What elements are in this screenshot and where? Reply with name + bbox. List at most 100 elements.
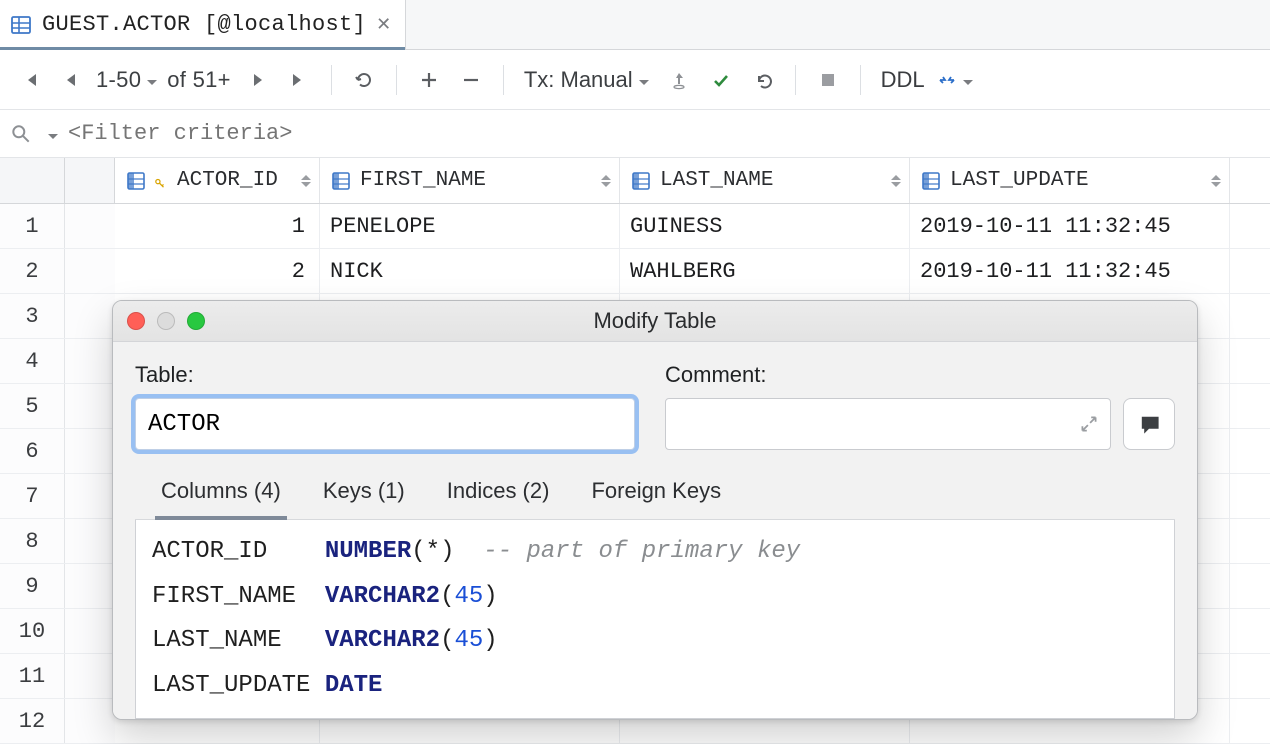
undo-icon — [753, 70, 773, 90]
column-icon — [125, 170, 147, 192]
first-icon — [18, 70, 38, 90]
cell-last-name[interactable]: WAHLBERG — [620, 249, 910, 293]
row-gutter — [65, 204, 115, 248]
row-number: 8 — [0, 519, 65, 563]
filter-bar — [0, 110, 1270, 158]
minus-icon — [461, 70, 481, 90]
row-number: 12 — [0, 699, 65, 743]
row-number: 1 — [0, 204, 65, 248]
tab-keys[interactable]: Keys (1) — [317, 472, 411, 519]
reload-button[interactable] — [346, 62, 382, 98]
row-number: 6 — [0, 429, 65, 473]
filter-dropdown-toggle[interactable] — [42, 121, 58, 147]
grid-header: ACTOR_ID FIRST_NAME LAST_NAME LAST_UPDAT… — [0, 158, 1270, 204]
column-header-label: LAST_UPDATE — [950, 169, 1089, 192]
delete-row-button[interactable] — [453, 62, 489, 98]
column-icon — [630, 170, 652, 192]
result-toolbar: 1-50 of 51+ Tx: Manual DDL — [0, 50, 1270, 110]
column-header-label: FIRST_NAME — [360, 169, 486, 192]
toolbar-separator — [795, 65, 796, 95]
page-range-dropdown[interactable]: 1-50 — [94, 67, 159, 93]
row-gutter — [65, 699, 115, 743]
grid-corner2 — [65, 158, 115, 203]
column-header-first-name[interactable]: FIRST_NAME — [320, 158, 620, 203]
column-icon — [920, 170, 942, 192]
table-icon — [10, 14, 32, 36]
column-header-label: ACTOR_ID — [177, 169, 278, 192]
page-total-label: of 51+ — [165, 67, 233, 93]
sort-icon[interactable] — [599, 170, 613, 192]
expand-icon[interactable] — [1078, 413, 1100, 435]
toolbar-separator — [860, 65, 861, 95]
table-name-input[interactable] — [135, 398, 635, 450]
settings-dropdown[interactable] — [937, 62, 973, 98]
window-close-button[interactable] — [127, 312, 145, 330]
prev-icon — [60, 70, 80, 90]
toolbar-separator — [396, 65, 397, 95]
close-icon[interactable]: ✕ — [376, 14, 391, 35]
commit-button[interactable] — [703, 62, 739, 98]
last-page-button[interactable] — [281, 62, 317, 98]
table-row[interactable]: 11PENELOPEGUINESS2019-10-11 11:32:45 — [0, 204, 1270, 249]
ddl-button[interactable]: DDL — [875, 67, 931, 93]
submit-db-button[interactable] — [661, 62, 697, 98]
sort-icon[interactable] — [299, 170, 313, 192]
row-gutter — [65, 429, 115, 473]
rollback-button[interactable] — [745, 62, 781, 98]
sort-icon[interactable] — [1209, 170, 1223, 192]
last-icon — [289, 70, 309, 90]
cell-first-name[interactable]: PENELOPE — [320, 204, 620, 248]
structure-tabs: Columns (4) Keys (1) Indices (2) Foreign… — [135, 466, 1175, 520]
tx-mode-dropdown[interactable]: Tx: Manual — [518, 67, 655, 93]
column-icon — [330, 170, 352, 192]
speech-bubble-icon — [1137, 412, 1161, 436]
column-header-actor-id[interactable]: ACTOR_ID — [115, 158, 320, 203]
column-def-row[interactable]: ACTOR_ID NUMBER(*) -- part of primary ke… — [152, 530, 1158, 574]
add-row-button[interactable] — [411, 62, 447, 98]
reload-icon — [354, 70, 374, 90]
dialog-titlebar[interactable]: Modify Table — [113, 301, 1197, 342]
editor-tabstrip: GUEST.ACTOR [@localhost] ✕ — [0, 0, 1270, 50]
comment-input[interactable] — [665, 398, 1111, 450]
row-gutter — [65, 519, 115, 563]
next-page-button[interactable] — [239, 62, 275, 98]
column-def-row[interactable]: LAST_NAME VARCHAR2(45) — [152, 619, 1158, 663]
cancel-query-button[interactable] — [810, 62, 846, 98]
cell-actor-id[interactable]: 1 — [115, 204, 320, 248]
row-number: 9 — [0, 564, 65, 608]
sort-icon[interactable] — [889, 170, 903, 192]
cell-actor-id[interactable]: 2 — [115, 249, 320, 293]
toolbar-separator — [503, 65, 504, 95]
table-row[interactable]: 22NICKWAHLBERG2019-10-11 11:32:45 — [0, 249, 1270, 294]
row-number: 10 — [0, 609, 65, 653]
tab-indices[interactable]: Indices (2) — [441, 472, 556, 519]
column-def-row[interactable]: FIRST_NAME VARCHAR2(45) — [152, 575, 1158, 619]
column-def-row[interactable]: LAST_UPDATE DATE — [152, 664, 1158, 708]
column-header-last-update[interactable]: LAST_UPDATE — [910, 158, 1230, 203]
modify-table-dialog: Modify Table Table: Comment: — [112, 300, 1198, 720]
comment-editor-button[interactable] — [1123, 398, 1175, 450]
cell-last-update[interactable]: 2019-10-11 11:32:45 — [910, 249, 1230, 293]
row-gutter — [65, 294, 115, 338]
editor-tab[interactable]: GUEST.ACTOR [@localhost] ✕ — [0, 0, 406, 49]
prev-page-button[interactable] — [52, 62, 88, 98]
comment-label: Comment: — [665, 362, 1175, 388]
column-definitions[interactable]: ACTOR_ID NUMBER(*) -- part of primary ke… — [135, 520, 1175, 719]
chevron-down-icon — [957, 67, 973, 93]
db-upload-icon — [669, 70, 689, 90]
cell-last-name[interactable]: GUINESS — [620, 204, 910, 248]
tab-columns[interactable]: Columns (4) — [155, 472, 287, 520]
editor-tab-title: GUEST.ACTOR [@localhost] — [42, 12, 366, 37]
grid-corner — [0, 158, 65, 203]
filter-input[interactable] — [68, 121, 1260, 146]
row-gutter — [65, 654, 115, 698]
tab-foreign-keys[interactable]: Foreign Keys — [585, 472, 727, 519]
column-header-last-name[interactable]: LAST_NAME — [620, 158, 910, 203]
check-icon — [711, 70, 731, 90]
row-number: 5 — [0, 384, 65, 428]
row-gutter — [65, 609, 115, 653]
window-zoom-button[interactable] — [187, 312, 205, 330]
cell-last-update[interactable]: 2019-10-11 11:32:45 — [910, 204, 1230, 248]
first-page-button[interactable] — [10, 62, 46, 98]
cell-first-name[interactable]: NICK — [320, 249, 620, 293]
